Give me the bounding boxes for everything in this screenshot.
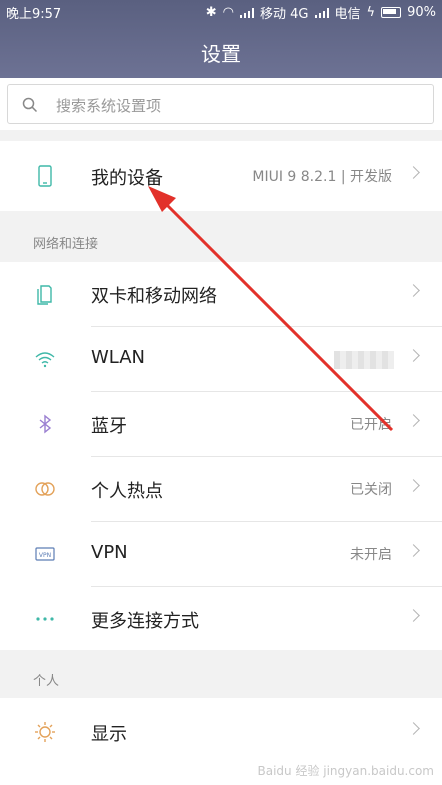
annotation-arrow — [148, 186, 394, 432]
watermark: Baidu 经验 jingyan.baidu.com — [257, 764, 434, 778]
